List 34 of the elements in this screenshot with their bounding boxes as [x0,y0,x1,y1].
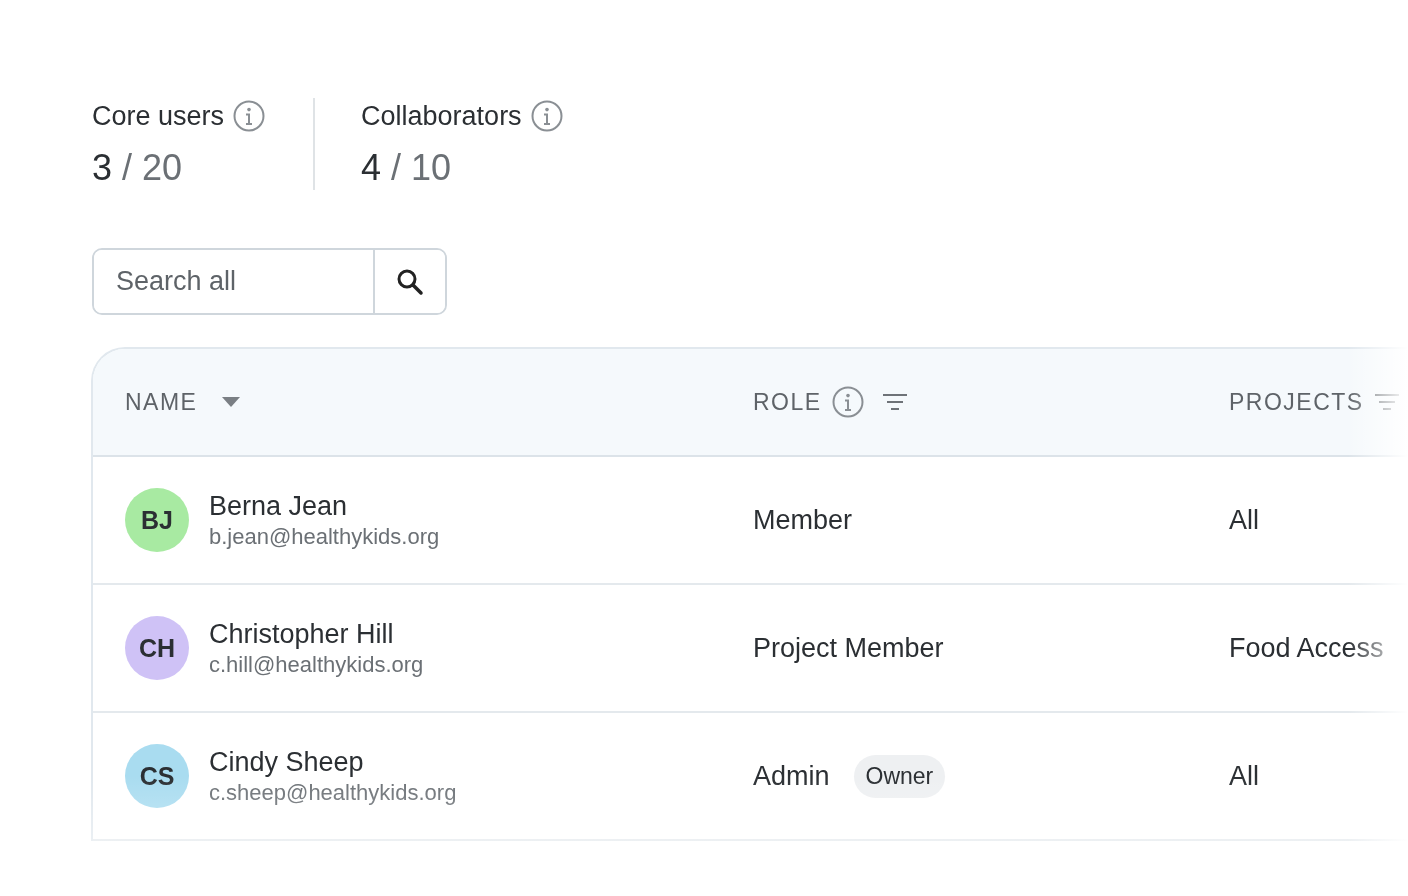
projects-text: Food Access [1229,632,1384,664]
role-text: Admin [753,760,830,792]
caret-icon[interactable] [221,396,242,408]
stat-total: / 10 [391,147,452,188]
projects-text: All [1229,760,1259,792]
column-header[interactable]: ROLE [753,388,822,416]
info-icon[interactable] [831,386,864,418]
user-email: c.hill@healthykids.org [209,651,424,679]
stat-label: Collaborators [361,100,522,132]
user-name: Christopher Hill [209,618,395,651]
info-icon[interactable] [233,100,266,132]
owner-badge: Owner [853,754,946,798]
user-name: Cindy Sheep [209,746,365,779]
avatar: CS [125,744,189,808]
stat-value: 4 [361,147,382,188]
role-text: Member [753,504,853,536]
projects-text: All [1229,504,1259,536]
stat-label: Core users [92,100,225,132]
filter-icon[interactable] [1373,393,1400,411]
stat-value: 3 [92,147,113,188]
filter-icon[interactable] [881,393,908,411]
user-name: Berna Jean [209,490,349,523]
user-email: b.jean@healthykids.org [209,523,440,551]
search-field[interactable]: Search all [92,248,447,315]
role-text: Project Member [753,632,944,664]
column-header[interactable]: PROJECTS [1229,388,1364,416]
avatar: CH [125,616,189,680]
info-icon[interactable] [530,100,563,132]
stat-total: / 20 [122,147,183,188]
search-icon [396,267,424,296]
search-button[interactable] [373,250,445,313]
column-header[interactable]: NAME [125,388,198,416]
avatar: BJ [125,488,189,552]
user-email: c.sheep@healthykids.org [209,779,457,807]
